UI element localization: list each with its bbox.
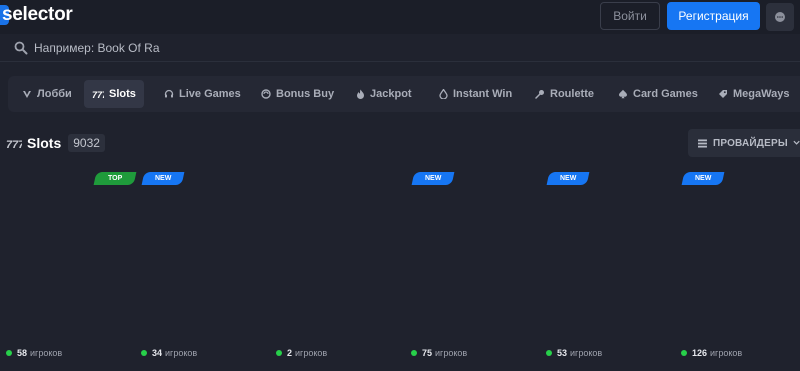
nav-item-instant-win[interactable]: Instant Win <box>431 80 520 108</box>
players-count: 75 <box>422 348 433 358</box>
online-dot-icon <box>6 350 12 356</box>
nav-label: Live Games <box>179 88 241 100</box>
game-card[interactable]: 2 игроков <box>276 170 404 360</box>
lobby-icon <box>23 91 31 98</box>
list-icon <box>698 138 707 148</box>
players-suffix: игроков <box>570 348 603 358</box>
online-dot-icon <box>411 350 417 356</box>
login-button[interactable]: Войти <box>600 2 660 30</box>
section-title: Slots <box>27 135 62 151</box>
new-badge: NEW <box>141 172 185 185</box>
players-count: 58 <box>17 348 28 358</box>
new-badge: NEW <box>681 172 725 185</box>
nav-label: Slots <box>109 88 136 100</box>
logo-text: selector <box>2 4 73 25</box>
flame-icon <box>357 89 364 99</box>
players-count: 126 <box>692 348 708 358</box>
players-online: 2 игроков <box>276 348 327 358</box>
nav-label: Instant Win <box>453 88 513 100</box>
game-card[interactable]: 58 игроков <box>6 170 134 360</box>
online-dot-icon <box>681 350 687 356</box>
players-count: 2 <box>287 348 293 358</box>
register-button[interactable]: Регистрация <box>667 2 760 30</box>
search-icon <box>14 41 28 55</box>
top-header: selector Войти Регистрация <box>0 0 800 34</box>
players-suffix: игроков <box>30 348 63 358</box>
slots-icon: 777 <box>6 139 22 149</box>
players-online: 34 игроков <box>141 348 197 358</box>
players-suffix: игроков <box>165 348 198 358</box>
players-suffix: игроков <box>295 348 328 358</box>
headset-icon <box>164 89 174 98</box>
drop-icon <box>439 89 448 99</box>
search-bar <box>0 34 800 62</box>
nav-item-megaways[interactable]: MegaWays <box>710 80 797 108</box>
bonus-buy-icon <box>261 89 271 99</box>
nav-label: MegaWays <box>733 88 790 100</box>
svg-text:777: 777 <box>92 90 104 99</box>
slots-icon: 777 <box>92 90 104 99</box>
nav-label: Bonus Buy <box>276 88 335 100</box>
providers-dropdown[interactable]: ПРОВАЙДЕРЫ <box>688 129 800 157</box>
game-card[interactable]: TOP NEW 34 игроков <box>93 170 269 360</box>
selector-logo[interactable]: selector <box>0 3 73 27</box>
nav-item-slots[interactable]: 777 Slots <box>84 80 144 108</box>
online-dot-icon <box>546 350 552 356</box>
new-badge: NEW <box>411 172 455 185</box>
online-dot-icon <box>276 350 282 356</box>
search-input[interactable] <box>34 39 534 57</box>
players-online: 53 игроков <box>546 348 602 358</box>
chat-button[interactable] <box>766 3 794 31</box>
online-dot-icon <box>141 350 147 356</box>
providers-label: ПРОВАЙДЕРЫ <box>712 137 788 149</box>
nav-label: Card Games <box>633 88 698 100</box>
nav-item-lobby[interactable]: Лобби <box>14 80 80 108</box>
players-count: 34 <box>152 348 163 358</box>
section-heading: 777 Slots 9032 <box>6 133 105 153</box>
players-online: 58 игроков <box>6 348 62 358</box>
top-badge: TOP <box>93 172 137 185</box>
nav-item-roulette[interactable]: Roulette <box>527 80 602 108</box>
chat-icon <box>775 12 785 22</box>
nav-item-jackpot[interactable]: Jackpot <box>348 80 420 108</box>
nav-item-bonus-buy[interactable]: Bonus Buy <box>253 80 342 108</box>
nav-label: Лобби <box>37 88 72 100</box>
players-suffix: игроков <box>710 348 743 358</box>
chevron-down-icon <box>793 140 800 145</box>
players-count: 53 <box>557 348 568 358</box>
megaways-icon <box>719 90 727 98</box>
games-count-badge: 9032 <box>68 134 105 152</box>
nav-label: Roulette <box>550 88 594 100</box>
roulette-icon <box>535 90 544 99</box>
spade-icon <box>619 89 627 99</box>
game-card[interactable]: NEW 126 игроков <box>681 170 800 360</box>
players-suffix: игроков <box>435 348 468 358</box>
nav-item-card-games[interactable]: Card Games <box>610 80 706 108</box>
category-nav: Лобби 777 Slots Live Games Bonus Buy Jac… <box>8 76 800 112</box>
nav-label: Jackpot <box>370 88 412 100</box>
game-card[interactable]: NEW 75 игроков <box>411 170 539 360</box>
svg-text:777: 777 <box>6 139 22 149</box>
new-badge: NEW <box>546 172 590 185</box>
players-online: 75 игроков <box>411 348 467 358</box>
nav-item-live-games[interactable]: Live Games <box>156 80 249 108</box>
players-online: 126 игроков <box>681 348 742 358</box>
game-card[interactable]: NEW 53 игроков <box>546 170 674 360</box>
